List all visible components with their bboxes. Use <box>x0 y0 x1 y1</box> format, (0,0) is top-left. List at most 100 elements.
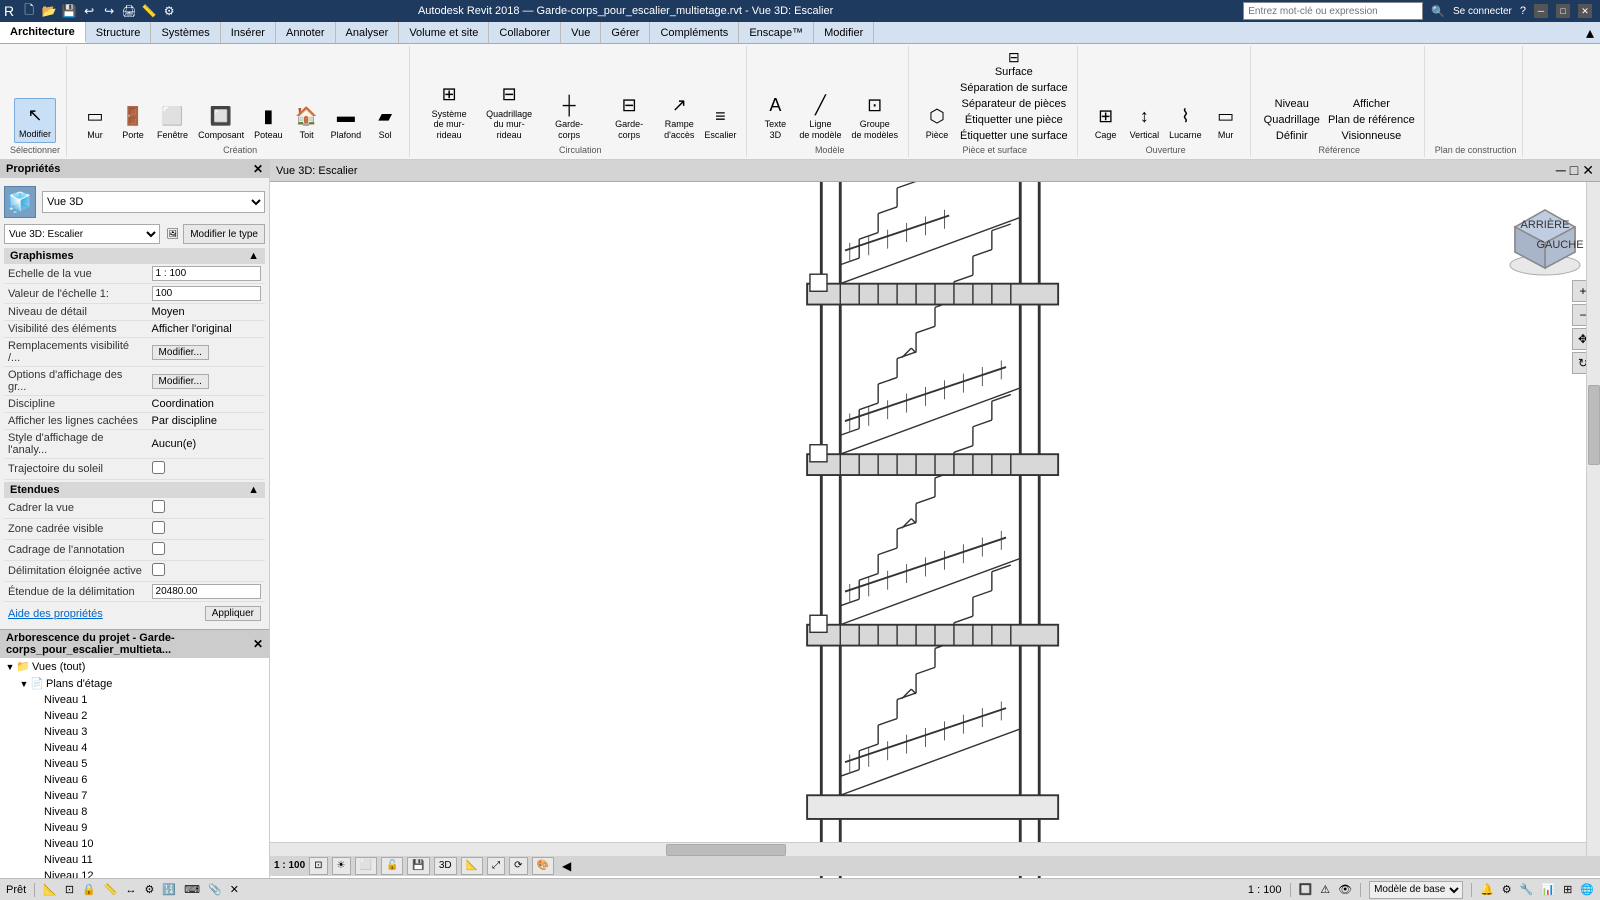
properties-close-btn[interactable]: ✕ <box>253 162 263 176</box>
tab-structure[interactable]: Structure <box>86 22 152 43</box>
show-crop-btn[interactable]: ⬜ <box>355 857 377 875</box>
save-orient-btn[interactable]: 💾 <box>407 857 429 875</box>
minimize-btn[interactable]: ─ <box>1534 4 1548 18</box>
tree-niveau6[interactable]: Niveau 6 <box>28 772 269 788</box>
notification-icon3[interactable]: 🔧 <box>1520 883 1534 896</box>
quadrillage-mur-rideau-btn[interactable]: ⊟ Quadrillagedu mur-rideau <box>480 79 538 143</box>
composant-btn[interactable]: 🔲 Composant <box>194 100 248 143</box>
status-icon7[interactable]: 🔢 <box>162 883 176 896</box>
tree-niveau9[interactable]: Niveau 9 <box>28 820 269 836</box>
status-eye-icon[interactable]: 👁 <box>1338 883 1352 896</box>
sol-btn[interactable]: ▰ Sol <box>367 100 403 143</box>
modifier-btn[interactable]: ↖ Modifier <box>14 98 56 143</box>
tab-volume-site[interactable]: Volume et site <box>399 22 489 43</box>
zoom-fit-btn[interactable]: ⤢ <box>487 857 505 875</box>
vertical-scrollbar[interactable] <box>1586 182 1600 856</box>
maximize-btn[interactable]: □ <box>1556 4 1570 18</box>
rampe-acces-btn[interactable]: ↗ Ramped'accès <box>660 89 698 143</box>
apply-btn[interactable]: Appliquer <box>205 606 261 621</box>
tree-niveau11[interactable]: Niveau 11 <box>28 852 269 868</box>
tree-plans-etage[interactable]: ▼ 📄 Plans d'étage <box>14 675 269 692</box>
perspective-btn[interactable]: 📐 <box>461 857 483 875</box>
mur-btn[interactable]: ▭ Mur <box>77 100 113 143</box>
definir-btn[interactable]: Définir <box>1261 129 1323 143</box>
status-warning-icon[interactable]: ⚠ <box>1320 883 1330 896</box>
vertical-scroll-thumb[interactable] <box>1588 385 1600 465</box>
modify-type-btn[interactable]: Modifier le type <box>183 224 265 244</box>
status-icon8[interactable]: ⌨ <box>184 883 200 896</box>
browser-close-btn[interactable]: ✕ <box>253 637 263 651</box>
prop-input-valeur-echelle[interactable] <box>152 286 261 301</box>
groupe-modeles-btn[interactable]: ⊡ Groupede modèles <box>847 89 902 143</box>
search-input[interactable] <box>1243 2 1423 20</box>
surface-btn[interactable]: ⊟ Surface <box>957 48 1071 79</box>
prop-input-etendue[interactable] <box>152 584 261 599</box>
status-icon3[interactable]: 🔒 <box>82 883 96 896</box>
notification-icon5[interactable]: ⊞ <box>1563 883 1572 896</box>
cage-btn[interactable]: ⊞ Cage <box>1088 100 1124 143</box>
status-icon9[interactable]: 📎 <box>208 883 222 896</box>
tab-systemes[interactable]: Systèmes <box>151 22 220 43</box>
tree-niveau5[interactable]: Niveau 5 <box>28 756 269 772</box>
tree-niveau8[interactable]: Niveau 8 <box>28 804 269 820</box>
tab-inserer[interactable]: Insérer <box>221 22 276 43</box>
viewport-close-btn[interactable]: ✕ <box>1582 162 1594 179</box>
tab-architecture[interactable]: Architecture <box>0 22 86 43</box>
status-icon2[interactable]: ⊡ <box>65 883 74 896</box>
notification-icon1[interactable]: 🔔 <box>1480 883 1494 896</box>
visionneuse-btn[interactable]: Visionneuse <box>1325 129 1418 143</box>
etiquetter-surface-btn[interactable]: Étiquetter une surface <box>957 129 1071 143</box>
status-selector-icon[interactable]: 🔲 <box>1299 883 1313 896</box>
print-btn[interactable]: 🖨 <box>120 2 138 20</box>
tree-niveau2[interactable]: Niveau 2 <box>28 708 269 724</box>
3d-view-btn[interactable]: 3D <box>434 857 457 875</box>
afficher-btn[interactable]: Afficher <box>1325 97 1418 111</box>
prop-type-select[interactable]: Vue 3D <box>42 191 265 213</box>
unlock-btn[interactable]: 🔓 <box>381 857 403 875</box>
modifier-visibilite-btn[interactable]: Modifier... <box>152 345 209 360</box>
tree-niveau10[interactable]: Niveau 10 <box>28 836 269 852</box>
prop-view-dropdown-icon[interactable]: 🖼 <box>166 229 179 240</box>
render-btn[interactable]: 🎨 <box>532 857 554 875</box>
model-type-select[interactable]: Modèle de base <box>1369 881 1463 899</box>
plafond-btn[interactable]: ▬ Plafond <box>327 100 366 143</box>
poteau-btn[interactable]: ▮ Poteau <box>250 100 287 143</box>
prop-checkbox-cadrage-annotation[interactable] <box>152 542 165 555</box>
sign-in-btn[interactable]: Se connecter <box>1453 6 1512 17</box>
status-icon10[interactable]: ✕ <box>230 883 239 896</box>
tab-vue[interactable]: Vue <box>561 22 601 43</box>
prop-checkbox-zone-cadree[interactable] <box>152 521 165 534</box>
horizontal-scroll-thumb[interactable] <box>666 844 786 856</box>
meneau-btn[interactable]: ┼ Garde-corps <box>540 89 598 143</box>
fenetre-btn[interactable]: ⬜ Fenêtre <box>153 100 192 143</box>
tab-complements[interactable]: Compléments <box>650 22 739 43</box>
search-icon[interactable]: 🔍 <box>1431 5 1445 18</box>
open-btn[interactable]: 📂 <box>40 2 58 20</box>
notification-icon2[interactable]: ⚙ <box>1502 883 1512 896</box>
status-icon4[interactable]: 📏 <box>104 883 118 896</box>
tree-niveau1[interactable]: Niveau 1 <box>28 692 269 708</box>
shadows-btn[interactable]: ☀ <box>332 857 351 875</box>
tab-gerer[interactable]: Gérer <box>601 22 650 43</box>
save-btn[interactable]: 💾 <box>60 2 78 20</box>
settings-btn[interactable]: ⚙ <box>160 2 178 20</box>
status-icon5[interactable]: ↔ <box>126 884 137 896</box>
prop-checkbox-soleil[interactable] <box>152 461 165 474</box>
tab-enscape[interactable]: Enscape™ <box>739 22 814 43</box>
tree-niveau7[interactable]: Niveau 7 <box>28 788 269 804</box>
piece-btn[interactable]: ⬡ Pièce <box>919 100 955 143</box>
hidden-line-btn[interactable]: ⊡ <box>309 857 327 875</box>
status-icon6[interactable]: ⚙ <box>145 883 155 896</box>
quadrillage-ref-btn[interactable]: Quadrillage <box>1261 113 1323 127</box>
tree-niveau12[interactable]: Niveau 12 <box>28 868 269 878</box>
tree-niveau4[interactable]: Niveau 4 <box>28 740 269 756</box>
toit-btn[interactable]: 🏠 Toit <box>289 100 325 143</box>
new-btn[interactable]: 🗋 <box>20 2 38 20</box>
tree-vues[interactable]: ▼ 📁 Vues (tout) <box>0 658 269 675</box>
separation-surface-btn[interactable]: Séparation de surface <box>957 81 1071 95</box>
prop-input-echelle[interactable] <box>152 266 261 281</box>
texte3d-btn[interactable]: A Texte3D <box>757 89 793 143</box>
undo-btn[interactable]: ↩ <box>80 2 98 20</box>
porte-btn[interactable]: 🚪 Porte <box>115 100 151 143</box>
ligne-modele-btn[interactable]: ╱ Lignede modèle <box>795 89 845 143</box>
